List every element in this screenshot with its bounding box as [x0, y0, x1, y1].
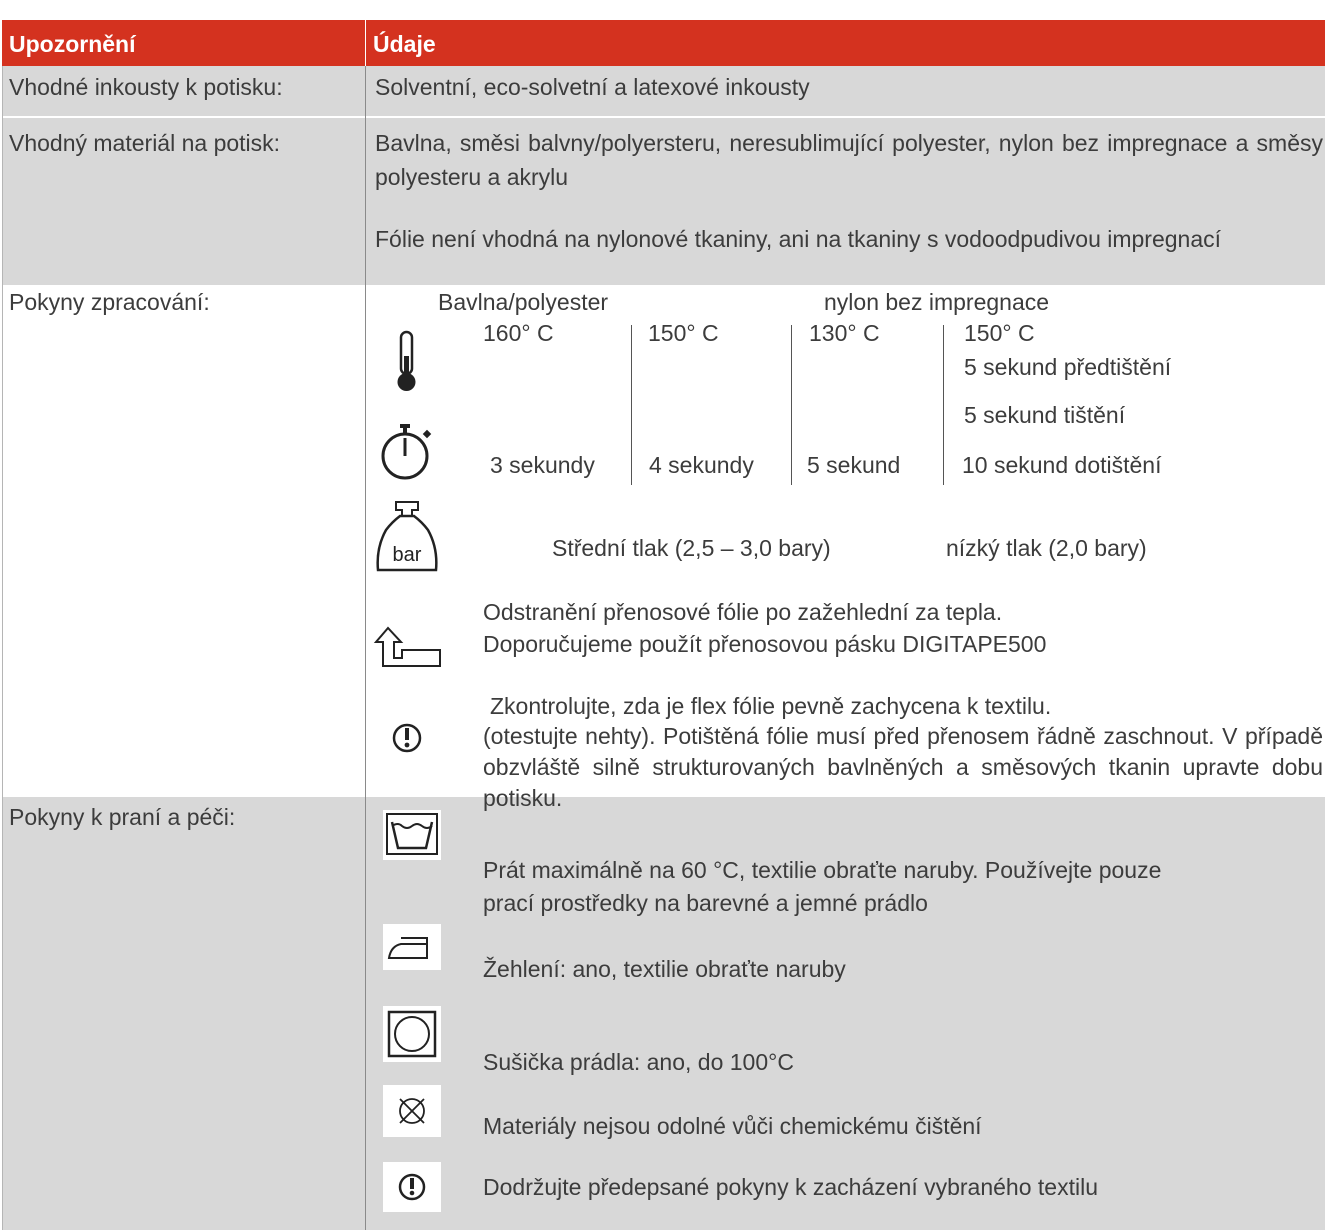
temp-150-cotton: 150° C — [648, 320, 719, 346]
group-nylon: nylon bez impregnace — [824, 289, 1050, 315]
wash-tub-icon — [383, 810, 441, 860]
temp-150-nylon: 150° C — [964, 320, 1035, 346]
time-3s: 3 sekundy — [490, 452, 595, 478]
column-divider-left — [2, 66, 3, 1230]
processing-separator — [943, 325, 944, 485]
group-cotton-polyester: Bavlna/polyester — [438, 289, 609, 315]
print-time: 5 sekund tištění — [964, 402, 1126, 428]
time-5s: 5 sekund — [807, 452, 901, 478]
exclamation-circle-icon — [383, 1162, 441, 1212]
inks-label: Vhodné inkousty k potisku: — [9, 74, 283, 100]
stopwatch-icon — [372, 416, 442, 486]
header-col1: Upozornění — [9, 31, 136, 57]
material-paragraph-1: Bavlna, směsi balvny/polyersteru, neresu… — [375, 130, 1323, 190]
datasheet-table: Upozornění Údaje Vhodné inkousty k potis… — [0, 0, 1325, 1230]
column-divider-header — [365, 20, 366, 66]
tumble-dryer-icon — [383, 1006, 441, 1062]
processing-separator — [791, 325, 792, 485]
temp-130: 130° C — [809, 320, 880, 346]
processing-separator — [631, 325, 632, 485]
iron-instruction: Žehlení: ano, textilie obraťte naruby — [483, 956, 846, 982]
thermometer-icon — [372, 322, 442, 400]
check-instruction: Zkontrolujte, zda je flex fólie pevně za… — [490, 693, 1052, 719]
dryer-instruction: Sušička prádla: ano, do 100°C — [483, 1049, 794, 1075]
processing-label: Pokyny zpracování: — [9, 289, 210, 315]
wash-instruction-2: prací prostředky na barevné a jemné prád… — [483, 890, 928, 916]
pressure-medium: Střední tlak (2,5 – 3,0 bary) — [552, 535, 831, 561]
material-label: Vhodný materiál na potisk: — [9, 130, 281, 156]
peel-arrow-icon — [372, 618, 442, 678]
row-divider — [2, 116, 1325, 118]
header-row — [2, 20, 1325, 66]
pre-print-time: 5 sekund předtištění — [964, 354, 1172, 380]
time-4s: 4 sekundy — [649, 452, 754, 478]
material-paragraph-2: Fólie není vhodná na nylonové tkaniny, a… — [375, 226, 1222, 252]
time-10s-post-print: 10 sekund dotištění — [962, 452, 1162, 478]
care-label: Pokyny k praní a péči: — [9, 804, 236, 830]
weight-unit-label: bar — [393, 544, 422, 566]
header-col2: Údaje — [373, 31, 436, 57]
temp-160: 160° C — [483, 320, 554, 346]
no-dry-clean-icon — [383, 1085, 441, 1137]
pressure-low: nízký tlak (2,0 bary) — [946, 535, 1147, 561]
tape-recommendation: Doporučujeme použít přenosovou pásku DIG… — [483, 631, 1047, 657]
dry-clean-instruction: Materiály nejsou odolné vůči chemickému … — [483, 1113, 982, 1139]
check-details: (otestujte nehty). Potištěná fólie musí … — [483, 723, 1323, 811]
column-divider — [365, 20, 366, 1230]
exclamation-circle-icon — [372, 713, 442, 767]
iron-icon — [383, 924, 441, 970]
inks-value: Solventní, eco-solvetní a latexové inkou… — [375, 74, 810, 100]
peel-instruction: Odstranění přenosové fólie po zažehlední… — [483, 599, 1003, 625]
weight-bar-icon: bar — [372, 498, 442, 578]
care-follow-instruction: Dodržujte předepsané pokyny k zacházení … — [483, 1174, 1098, 1200]
wash-instruction-1: Prát maximálně na 60 °C, textilie obraťt… — [483, 857, 1162, 883]
